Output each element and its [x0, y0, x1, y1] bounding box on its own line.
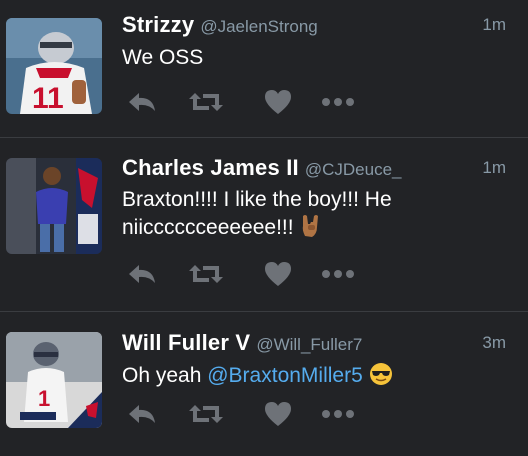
reply-icon	[129, 93, 155, 111]
display-name[interactable]: Strizzy	[122, 12, 194, 37]
reply-icon	[129, 405, 155, 423]
more-dots-icon	[322, 270, 354, 278]
tweet-text: Oh yeah	[122, 364, 208, 387]
like-button[interactable]	[260, 400, 296, 428]
tweet-header: Strizzy @JaelenStrong 1m	[122, 12, 506, 42]
timestamp[interactable]: 3m	[482, 333, 506, 353]
like-button[interactable]	[260, 260, 296, 288]
avatar[interactable]: 1	[6, 332, 102, 428]
more-button[interactable]	[320, 88, 356, 116]
tweet-header: Will Fuller V @Will_Fuller7 3m	[122, 330, 506, 360]
more-dots-icon	[322, 98, 354, 106]
svg-text:1: 1	[38, 386, 50, 411]
reply-button[interactable]	[124, 260, 160, 288]
avatar[interactable]: 11	[6, 18, 102, 114]
display-name[interactable]: Will Fuller V	[122, 330, 250, 355]
like-button[interactable]	[260, 88, 296, 116]
horns-hand-emoji-icon	[300, 214, 322, 246]
retweet-button[interactable]	[188, 88, 224, 116]
tweet-actions	[124, 400, 384, 428]
display-name[interactable]: Charles James II	[122, 155, 299, 180]
tweet-text: We OSS	[122, 46, 204, 69]
user-handle[interactable]: @Will_Fuller7	[256, 335, 362, 354]
retweet-button[interactable]	[188, 400, 224, 428]
reply-button[interactable]	[124, 88, 160, 116]
timestamp[interactable]: 1m	[482, 15, 506, 35]
retweet-icon	[189, 405, 223, 423]
timestamp[interactable]: 1m	[482, 158, 506, 178]
mention-link[interactable]: @BraxtonMiller5	[207, 364, 363, 387]
user-handle[interactable]: @CJDeuce_	[305, 160, 402, 179]
like-heart-icon	[265, 90, 291, 114]
tweet-item[interactable]: Charles James II @CJDeuce_ 1m Braxton!!!!…	[0, 138, 528, 312]
tweet-text-block: Oh yeah @BraxtonMiller5	[122, 362, 498, 394]
sunglasses-face-emoji-icon	[369, 362, 393, 394]
tweet-text-block: Braxton!!!! I like the boy!!! He niicccc…	[122, 186, 498, 246]
retweet-button[interactable]	[188, 260, 224, 288]
more-button[interactable]	[320, 400, 356, 428]
tweet-header: Charles James II @CJDeuce_ 1m	[122, 155, 506, 185]
like-heart-icon	[265, 262, 291, 286]
reply-icon	[129, 265, 155, 283]
tweet-feed: 11 Strizzy @JaelenStrong 1m We OSS Charl…	[0, 0, 528, 456]
more-button[interactable]	[320, 260, 356, 288]
like-heart-icon	[265, 402, 291, 426]
tweet-actions	[124, 88, 384, 116]
tweet-text: Braxton!!!! I like the boy!!! He niicccc…	[122, 188, 392, 239]
svg-text:11: 11	[32, 82, 64, 114]
tweet-item[interactable]: 11 Strizzy @JaelenStrong 1m We OSS	[0, 0, 528, 138]
retweet-icon	[189, 265, 223, 283]
tweet-item[interactable]: 1 Will Fuller V @Will_Fuller7 3m Oh yeah …	[0, 312, 528, 456]
avatar[interactable]	[6, 158, 102, 254]
tweet-actions	[124, 260, 384, 288]
user-handle[interactable]: @JaelenStrong	[200, 17, 317, 36]
reply-button[interactable]	[124, 400, 160, 428]
retweet-icon	[189, 93, 223, 111]
more-dots-icon	[322, 410, 354, 418]
